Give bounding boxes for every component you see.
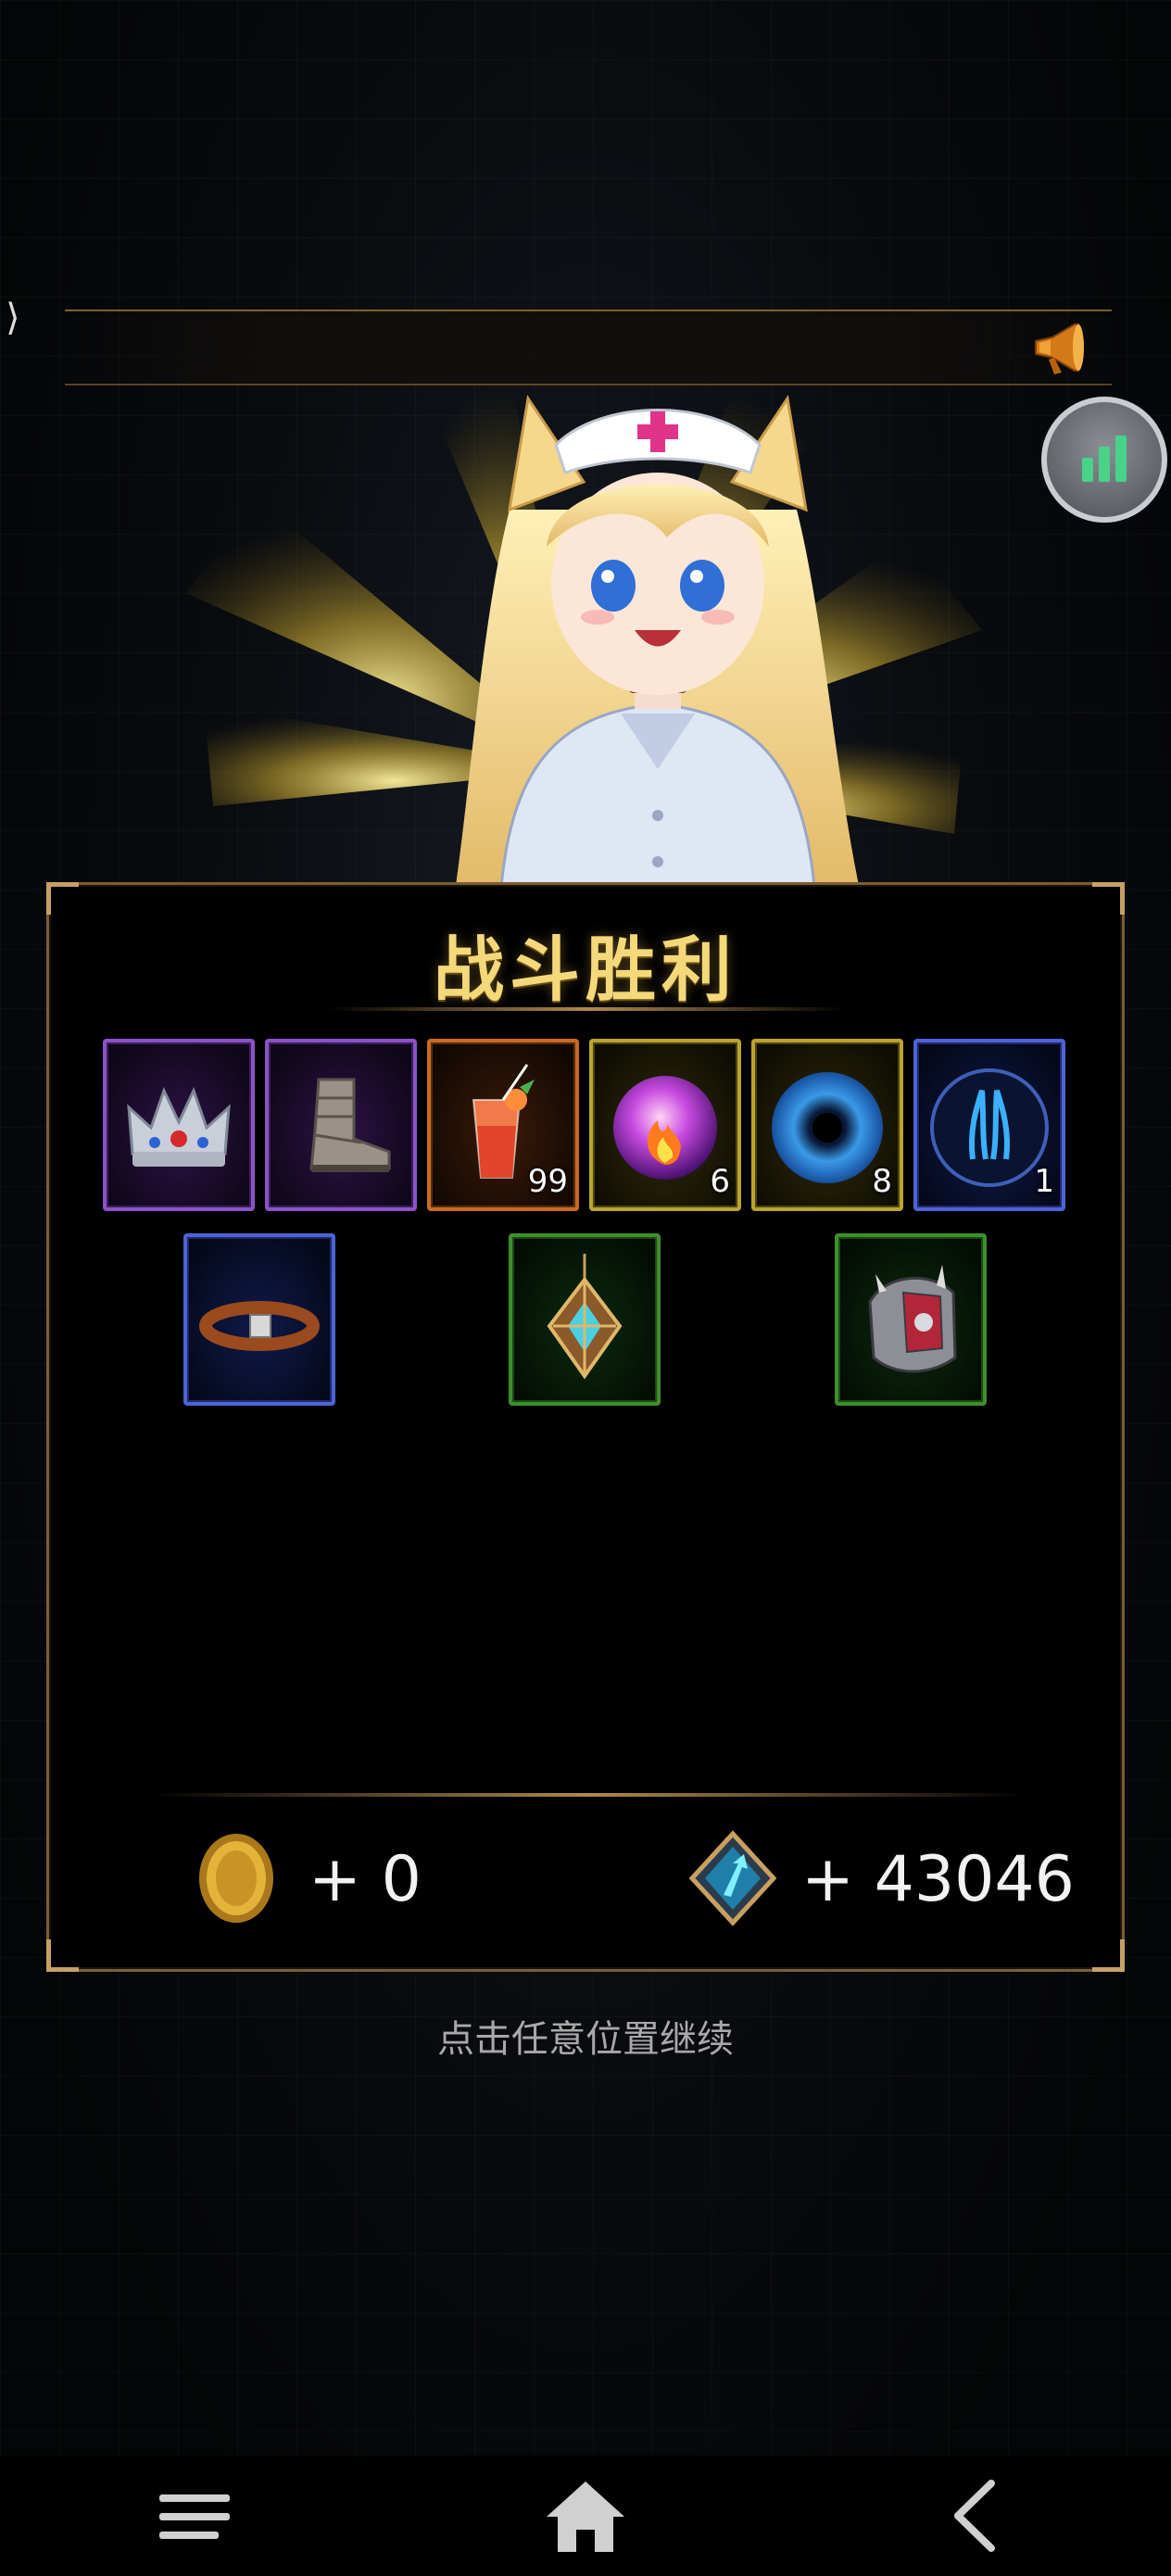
reward-item-blue-rune[interactable]: 1 [913,1039,1065,1211]
item-quantity: 6 [710,1163,730,1200]
victory-panel: 战斗胜利 99 6 8 1 + 0 + 43046 [46,882,1125,1972]
menu-icon[interactable] [148,2474,241,2557]
victory-title: 战斗胜利 [434,928,737,1011]
gold-reward-amount: + 0 [308,1843,422,1916]
shoulder-armor-icon [868,1265,957,1373]
back-icon[interactable] [930,2474,1023,2557]
gold-coin-icon [199,1834,273,1923]
item-quantity: 99 [527,1163,568,1200]
belt-icon [199,1301,320,1351]
system-nav-bar [0,2456,1171,2576]
side-drawer-tab[interactable]: ⟩ [6,295,20,341]
game-screen[interactable]: ⟩ 战斗胜利 99 6 8 1 + 0 + 43046 点击任意位置继续 [0,0,1171,2576]
bar-chart-icon [1082,436,1127,482]
home-icon[interactable] [539,2474,632,2557]
panel-corner-ornament [46,882,79,915]
item-quantity: 8 [872,1163,892,1200]
panel-corner-ornament [46,1939,79,1972]
crystal-reward-amount: + 43046 [801,1843,1075,1916]
crystal-icon [688,1830,777,1926]
reward-item-leather-belt[interactable] [183,1233,335,1406]
reward-item-boots[interactable] [265,1039,417,1211]
item-quantity: 1 [1034,1163,1054,1200]
reward-item-fire-orb[interactable]: 6 [589,1039,741,1211]
boots-icon [309,1078,391,1172]
reward-item-shoulder-armor[interactable] [835,1233,987,1406]
amulet-icon [547,1254,623,1380]
heroine-portrait [454,395,862,899]
reward-item-amulet[interactable] [509,1233,661,1406]
crown-icon [127,1087,231,1167]
reward-item-crown[interactable] [103,1039,255,1211]
stats-button[interactable] [1041,397,1167,523]
reward-item-void-orb[interactable]: 8 [751,1039,903,1211]
tap-to-continue-hint[interactable]: 点击任意位置继续 [0,2009,1171,2063]
reward-item-cocktail[interactable]: 99 [427,1039,579,1211]
panel-corner-ornament [1092,1939,1125,1972]
horn-icon[interactable] [1026,315,1091,380]
rewards-divider [151,1793,1026,1797]
panel-corner-ornament [1092,882,1125,915]
title-divider [327,1007,846,1011]
